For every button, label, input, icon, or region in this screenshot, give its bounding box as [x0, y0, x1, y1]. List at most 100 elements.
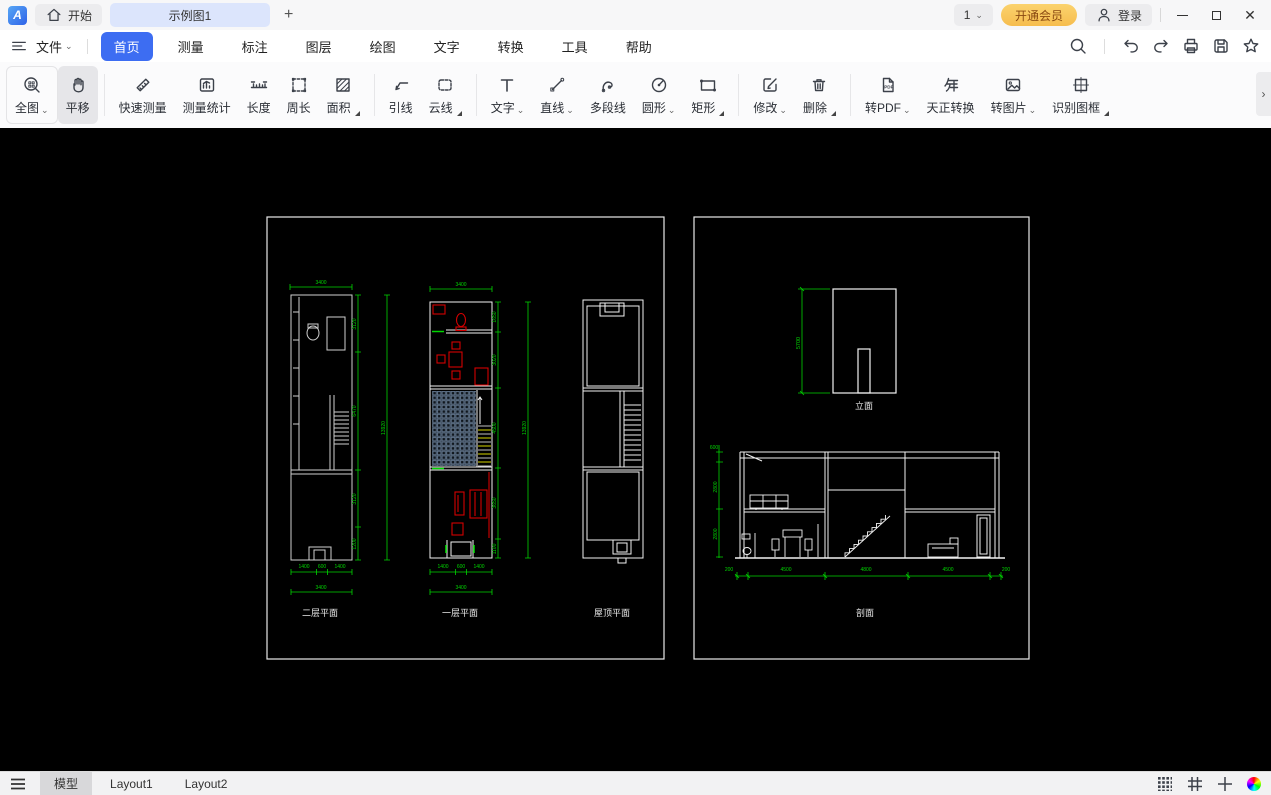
tool-label: 测量统计: [183, 99, 231, 116]
tab-help[interactable]: 帮助: [613, 32, 665, 61]
toolbar-divider: [738, 74, 739, 116]
star-icon[interactable]: [1241, 36, 1261, 56]
tool-area[interactable]: 面积: [319, 66, 368, 124]
tool-measure-stats[interactable]: 测量统计: [175, 66, 239, 124]
tool-to-image[interactable]: 转图片⌄: [983, 66, 1045, 124]
sheet-tab-layout2[interactable]: Layout2: [171, 774, 242, 794]
tianzheng-icon: [941, 75, 961, 95]
tool-fit-view[interactable]: 全图⌄: [6, 66, 58, 124]
home-label: 开始: [68, 7, 92, 24]
home-button[interactable]: 开始: [35, 4, 102, 26]
document-tab[interactable]: 示例图1: [110, 3, 270, 27]
rectangle-icon: [698, 75, 718, 95]
image-icon: [1003, 75, 1023, 95]
cad-drawing: 3400 1400 600 1400 3400 3120 6470 3120 1…: [0, 128, 1271, 771]
crosshair-icon[interactable]: [1217, 776, 1233, 792]
dim-label: 4500: [942, 567, 953, 573]
dim-label: 3400: [455, 282, 466, 288]
drawing-canvas[interactable]: 3400 1400 600 1400 3400 3120 6470 3120 1…: [0, 128, 1271, 771]
vip-upgrade-button[interactable]: 开通会员: [1001, 4, 1077, 26]
pan-hand-icon: [68, 75, 88, 95]
tool-frame-detect[interactable]: 识别图框: [1044, 66, 1117, 124]
tab-measure[interactable]: 测量: [165, 32, 217, 61]
elevation-dim-label: 5700: [796, 337, 802, 349]
leader-line-icon: [391, 75, 411, 95]
tab-annotate[interactable]: 标注: [229, 32, 281, 61]
file-menu[interactable]: 文件 ⌄: [30, 37, 79, 56]
tool-label: 直线: [540, 99, 564, 116]
grid-display-icon[interactable]: [1187, 776, 1203, 792]
file-menu-label: 文件: [36, 37, 62, 56]
tool-length[interactable]: 长度: [239, 66, 279, 124]
tool-label: 转图片: [991, 99, 1027, 116]
dim-label: 3400: [315, 280, 326, 286]
sheet-tab-model[interactable]: 模型: [40, 772, 92, 795]
chevron-down-icon: ⌄: [975, 10, 983, 21]
tool-label: 转PDF: [865, 99, 901, 116]
tool-revision-cloud[interactable]: 云线: [421, 66, 470, 124]
dim-label: 200: [725, 567, 734, 573]
fit-view-icon: [22, 75, 42, 95]
home-icon: [45, 6, 63, 24]
minimize-icon: [1177, 15, 1188, 16]
tool-to-pdf[interactable]: PDF 转PDF⌄: [857, 66, 919, 124]
dim-label: 200: [1002, 567, 1011, 573]
tool-modify[interactable]: 修改⌄: [745, 66, 795, 124]
sheet-list-icon[interactable]: [10, 778, 26, 790]
elevation-drawing: [833, 289, 896, 393]
measure-stats-icon: [197, 75, 217, 95]
toolbar-expand-button[interactable]: ›: [1256, 72, 1271, 116]
tool-label: 识别图框: [1052, 99, 1100, 116]
redo-icon[interactable]: [1151, 36, 1171, 56]
dim-label: 4500: [780, 567, 791, 573]
tab-convert[interactable]: 转换: [485, 32, 537, 61]
plan-b-stairs-yellow: [478, 430, 491, 462]
dim-label: 3650: [492, 497, 498, 508]
tool-tianzheng-convert[interactable]: 天正转换: [919, 66, 983, 124]
tool-text[interactable]: 文字⌄: [483, 66, 533, 124]
dim-label: 3120: [352, 493, 358, 504]
tool-quick-measure[interactable]: 快速测量: [111, 66, 175, 124]
menubar: 文件 ⌄ 首页 测量 标注 图层 绘图 文字 转换 工具 帮助: [0, 30, 1271, 62]
save-icon[interactable]: [1211, 36, 1231, 56]
tool-label: 快速测量: [119, 99, 167, 116]
flyout-corner-icon: [1104, 111, 1109, 116]
tab-home[interactable]: 首页: [101, 32, 153, 61]
tool-circle[interactable]: 圆形⌄: [634, 66, 684, 124]
window-count-select[interactable]: 1 ⌄: [954, 4, 993, 26]
tab-draw[interactable]: 绘图: [357, 32, 409, 61]
plan-a-title: 二层平面: [302, 608, 338, 618]
tool-label: 天正转换: [927, 99, 975, 116]
tab-layers[interactable]: 图层: [293, 32, 345, 61]
sheet-tab-layout1[interactable]: Layout1: [96, 774, 167, 794]
titlebar-divider: [1160, 8, 1161, 22]
color-wheel-icon[interactable]: [1247, 777, 1261, 791]
tool-leader[interactable]: 引线: [381, 66, 421, 124]
tool-delete[interactable]: 删除: [795, 66, 844, 124]
tool-label: 圆形: [642, 99, 666, 116]
tool-line[interactable]: 直线⌄: [532, 66, 582, 124]
elevation-dimension: [798, 287, 830, 395]
snap-grid-icon[interactable]: [1157, 776, 1173, 792]
tool-polyline[interactable]: 多段线: [582, 66, 634, 124]
circle-icon: [649, 75, 669, 95]
tool-rectangle[interactable]: 矩形: [683, 66, 732, 124]
print-icon[interactable]: [1181, 36, 1201, 56]
new-tab-button[interactable]: +: [278, 6, 299, 24]
tool-perimeter[interactable]: 周长: [279, 66, 319, 124]
undo-icon[interactable]: [1121, 36, 1141, 56]
plan-c-walls: [583, 300, 643, 563]
chevron-down-icon: ⌄: [779, 105, 787, 116]
tab-tools[interactable]: 工具: [549, 32, 601, 61]
login-button[interactable]: 登录: [1085, 4, 1152, 26]
search-icon[interactable]: [1068, 36, 1088, 56]
dim-label: 3400: [455, 585, 466, 591]
modify-icon: [760, 75, 780, 95]
tab-text[interactable]: 文字: [421, 32, 473, 61]
minimize-button[interactable]: [1169, 4, 1195, 26]
maximize-button[interactable]: [1203, 4, 1229, 26]
tool-pan[interactable]: 平移: [58, 66, 98, 124]
close-button[interactable]: ✕: [1237, 4, 1263, 26]
main-menu-icon[interactable]: [10, 37, 28, 55]
trash-icon: [809, 75, 829, 95]
